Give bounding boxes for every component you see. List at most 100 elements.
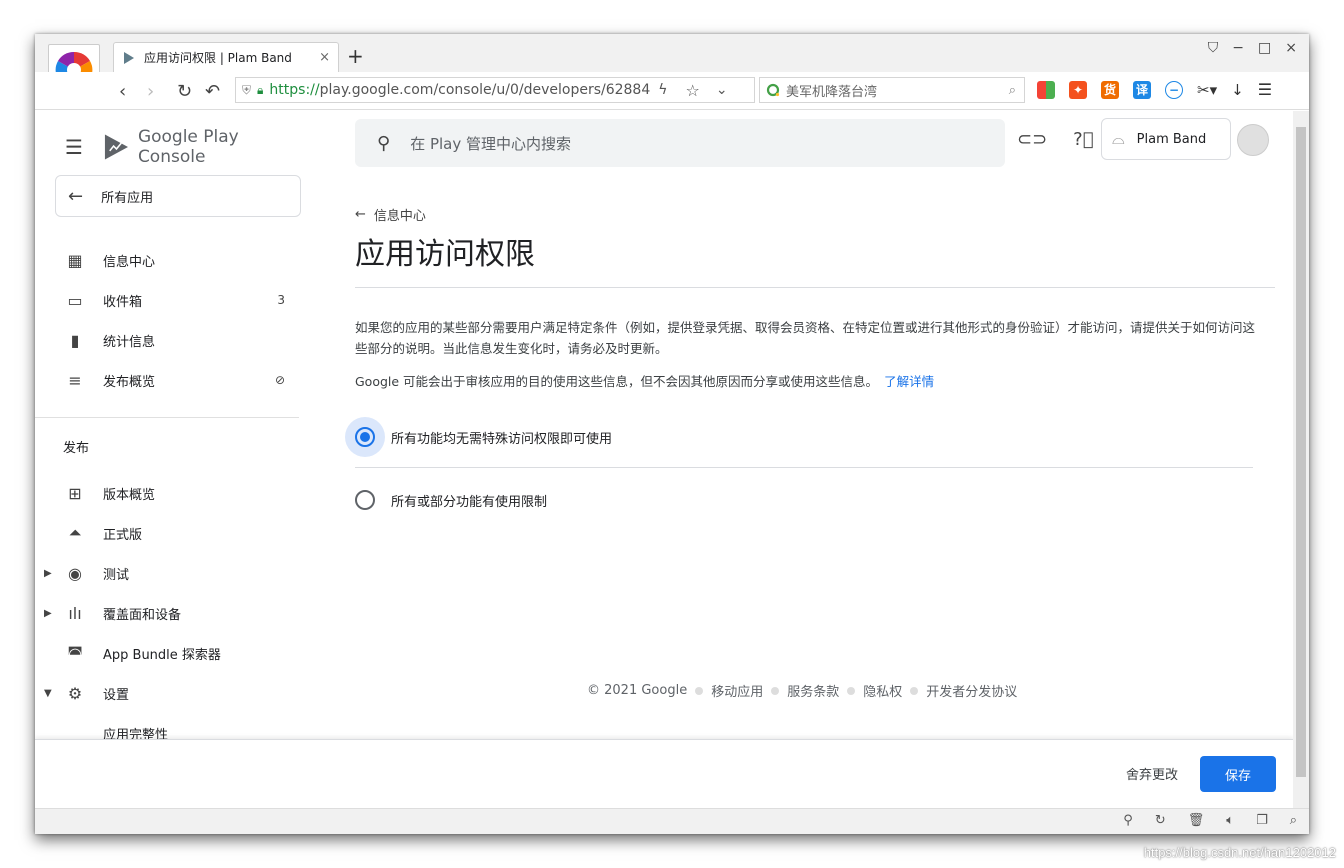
sidebar-item-settings[interactable]: ⚙ 设置 bbox=[63, 683, 285, 703]
help-icon[interactable]: ?⃝ bbox=[1073, 129, 1093, 150]
trash-icon[interactable]: 🗑︎ bbox=[1188, 813, 1205, 828]
menu-icon[interactable]: ☰ bbox=[1258, 80, 1272, 99]
action-bar: 舍弃更改 保存 bbox=[35, 739, 1293, 808]
search-icon[interactable]: ⌕ bbox=[1009, 83, 1016, 98]
window-icon[interactable]: ❐ bbox=[1256, 813, 1268, 828]
footer-link-dda[interactable]: 开发者分发协议 bbox=[926, 681, 1017, 700]
zoom-icon[interactable]: ⌕ bbox=[1290, 813, 1297, 828]
link-icon[interactable]: ⊂⊃ bbox=[1017, 129, 1047, 150]
star-icon[interactable]: ☆ bbox=[686, 81, 700, 100]
settings-icon: ⚙ bbox=[67, 683, 83, 703]
scrollbar-thumb[interactable] bbox=[1296, 127, 1306, 777]
sidebar-item-release-overview[interactable]: ⊞ 版本概览 bbox=[63, 483, 285, 503]
tab-title: 应用访问权限 | Plam Band bbox=[144, 51, 292, 65]
address-bar[interactable]: ⛨ 🔒︎ https:// play.google.com/console/u/… bbox=[235, 77, 755, 103]
inbox-icon: ▭ bbox=[67, 290, 83, 310]
sidebar-divider bbox=[35, 417, 299, 418]
pin-icon[interactable]: ⚲ bbox=[1123, 813, 1133, 828]
page-title: 应用访问权限 bbox=[355, 237, 535, 272]
collapse-settings-icon[interactable]: ▼ bbox=[44, 688, 52, 699]
sidebar-item-dashboard[interactable]: ▦ 信息中心 bbox=[63, 250, 285, 270]
sidebar-item-production[interactable]: ⏶ 正式版 bbox=[63, 523, 285, 543]
apps-grid-icon[interactable] bbox=[1037, 80, 1055, 99]
radio-label: 所有功能均无需特殊访问权限即可使用 bbox=[391, 431, 613, 447]
scissors-icon[interactable]: ✂▾ bbox=[1197, 81, 1217, 99]
status-bar: ⚲ ↻ 🗑︎ 🔈︎ ❐ ⌕ bbox=[35, 808, 1309, 834]
save-button[interactable]: 保存 bbox=[1200, 756, 1276, 792]
sidebar-item-app-bundle-explorer[interactable]: ◚ App Bundle 探索器 bbox=[63, 643, 285, 663]
expand-reach-icon[interactable]: ▶ bbox=[44, 608, 52, 619]
discard-button[interactable]: 舍弃更改 bbox=[1126, 764, 1178, 783]
translate-ext-icon[interactable]: 译 bbox=[1133, 80, 1151, 99]
sidebar-item-reach-devices[interactable]: ılı 覆盖面和设备 bbox=[63, 603, 285, 623]
undo-icon[interactable]: ↶ bbox=[205, 81, 220, 102]
sidebar-item-label: 正式版 bbox=[103, 527, 143, 543]
stats-icon: ▮ bbox=[70, 330, 80, 350]
hamburger-menu-icon[interactable]: ☰ bbox=[65, 135, 83, 159]
radio-no-restrictions[interactable]: 所有功能均无需特殊访问权限即可使用 bbox=[355, 427, 612, 447]
status-icons: ⚲ ↻ 🗑︎ 🔈︎ ❐ ⌕ bbox=[1123, 813, 1297, 828]
main-panel: ⚲ 在 Play 管理中心内搜索 ⊂⊃ ?⃝ ⌓ Plam Band ← 信息中… bbox=[345, 111, 1293, 808]
forward-icon[interactable]: › bbox=[147, 81, 154, 102]
maximize-button[interactable]: □ bbox=[1258, 40, 1271, 56]
watermark: https://blog.csdn.net/han1202012 bbox=[1143, 845, 1336, 860]
close-window-button[interactable]: × bbox=[1285, 40, 1297, 56]
page-content: ☰ Google Play Console ← 所有应用 ▦ 信息中心 ▭ 收件… bbox=[35, 111, 1293, 808]
new-tab-button[interactable]: + bbox=[347, 44, 364, 68]
sidebar-item-label: App Bundle 探索器 bbox=[103, 647, 221, 663]
footer-link-terms[interactable]: 服务条款 bbox=[787, 681, 839, 700]
browser-window: 应用访问权限 | Plam Band × + ⛉ − □ × ‹ › ↻ ↶ ⛨… bbox=[35, 34, 1309, 834]
testing-icon: ◉ bbox=[68, 563, 82, 583]
title-divider bbox=[355, 287, 1275, 288]
toolbar: ‹ › ↻ ↶ ⛨ 🔒︎ https:// play.google.com/co… bbox=[35, 72, 1309, 110]
browser-tab[interactable]: 应用访问权限 | Plam Band × bbox=[113, 42, 339, 72]
release-overview-icon: ⊞ bbox=[68, 483, 82, 503]
volume-icon[interactable]: 🔈︎ bbox=[1226, 813, 1234, 828]
sidebar-item-label: 收件箱 bbox=[103, 294, 143, 310]
skin-icon[interactable]: ⛉ bbox=[1208, 40, 1219, 56]
android-icon: ⌓ bbox=[1112, 129, 1125, 148]
sidebar-item-label: 统计信息 bbox=[103, 334, 156, 350]
bolt-icon[interactable]: ϟ bbox=[658, 82, 667, 98]
chevron-down-icon[interactable]: ⌄ bbox=[716, 82, 728, 98]
copyright: © 2021 Google bbox=[587, 683, 688, 698]
arrow-left-icon: ← bbox=[68, 185, 84, 207]
expand-testing-icon[interactable]: ▶ bbox=[44, 568, 52, 579]
download-icon[interactable]: ↓ bbox=[1231, 81, 1244, 99]
tab-close-icon[interactable]: × bbox=[319, 50, 330, 65]
footer-link-mobile[interactable]: 移动应用 bbox=[711, 681, 763, 700]
minus-circle-icon[interactable]: − bbox=[1165, 80, 1183, 99]
brand-name: Google Play Console bbox=[137, 127, 239, 167]
scrollbar[interactable] bbox=[1293, 111, 1309, 808]
avatar[interactable] bbox=[1237, 124, 1269, 156]
developer-account-chip[interactable]: ⌓ Plam Band bbox=[1101, 118, 1231, 160]
game-icon[interactable]: ✦ bbox=[1069, 80, 1087, 99]
deal-ext-icon[interactable]: 货 bbox=[1101, 80, 1119, 99]
sidebar-item-testing[interactable]: ◉ 测试 bbox=[63, 563, 285, 583]
sidebar-item-publishing-overview[interactable]: ≡ 发布概览 ⊘ bbox=[63, 370, 285, 390]
back-icon[interactable]: ‹ bbox=[119, 81, 126, 102]
reload-icon[interactable]: ↻ bbox=[177, 81, 192, 102]
section-publish-heading: 发布 bbox=[63, 441, 90, 456]
sync-off-icon: ⊘ bbox=[274, 373, 285, 387]
radio-checked-icon[interactable] bbox=[355, 427, 375, 447]
radio-some-restricted[interactable]: 所有或部分功能有使用限制 bbox=[355, 490, 547, 510]
sidebar-item-inbox[interactable]: ▭ 收件箱 3 bbox=[63, 290, 285, 310]
radio-unchecked-icon[interactable] bbox=[355, 490, 375, 510]
window-controls: ⛉ − □ × bbox=[1208, 40, 1297, 56]
console-search-bar[interactable]: ⚲ 在 Play 管理中心内搜索 bbox=[355, 119, 1005, 167]
play-console-logo[interactable]: Google Play Console bbox=[103, 127, 305, 167]
search-placeholder: 在 Play 管理中心内搜索 bbox=[410, 134, 572, 153]
all-apps-button[interactable]: ← 所有应用 bbox=[55, 175, 301, 217]
footer-link-privacy[interactable]: 隐私权 bbox=[863, 681, 902, 700]
refresh-icon[interactable]: ↻ bbox=[1155, 813, 1166, 828]
sidebar-item-label: 发布概览 bbox=[103, 374, 156, 390]
sidebar-item-statistics[interactable]: ▮ 统计信息 bbox=[63, 330, 285, 350]
usage-note: Google 可能会出于审核应用的目的使用这些信息，但不会因其他原因而分享或使用… bbox=[355, 371, 934, 390]
search-icon: ⚲ bbox=[377, 132, 391, 154]
minimize-button[interactable]: − bbox=[1232, 40, 1244, 56]
sidebar-item-label: 测试 bbox=[103, 567, 130, 583]
learn-more-link[interactable]: 了解详情 bbox=[884, 374, 934, 389]
browser-search-box[interactable]: 美军机降落台湾 ⌕ bbox=[759, 77, 1025, 103]
breadcrumb-back[interactable]: ← 信息中心 bbox=[355, 205, 426, 224]
